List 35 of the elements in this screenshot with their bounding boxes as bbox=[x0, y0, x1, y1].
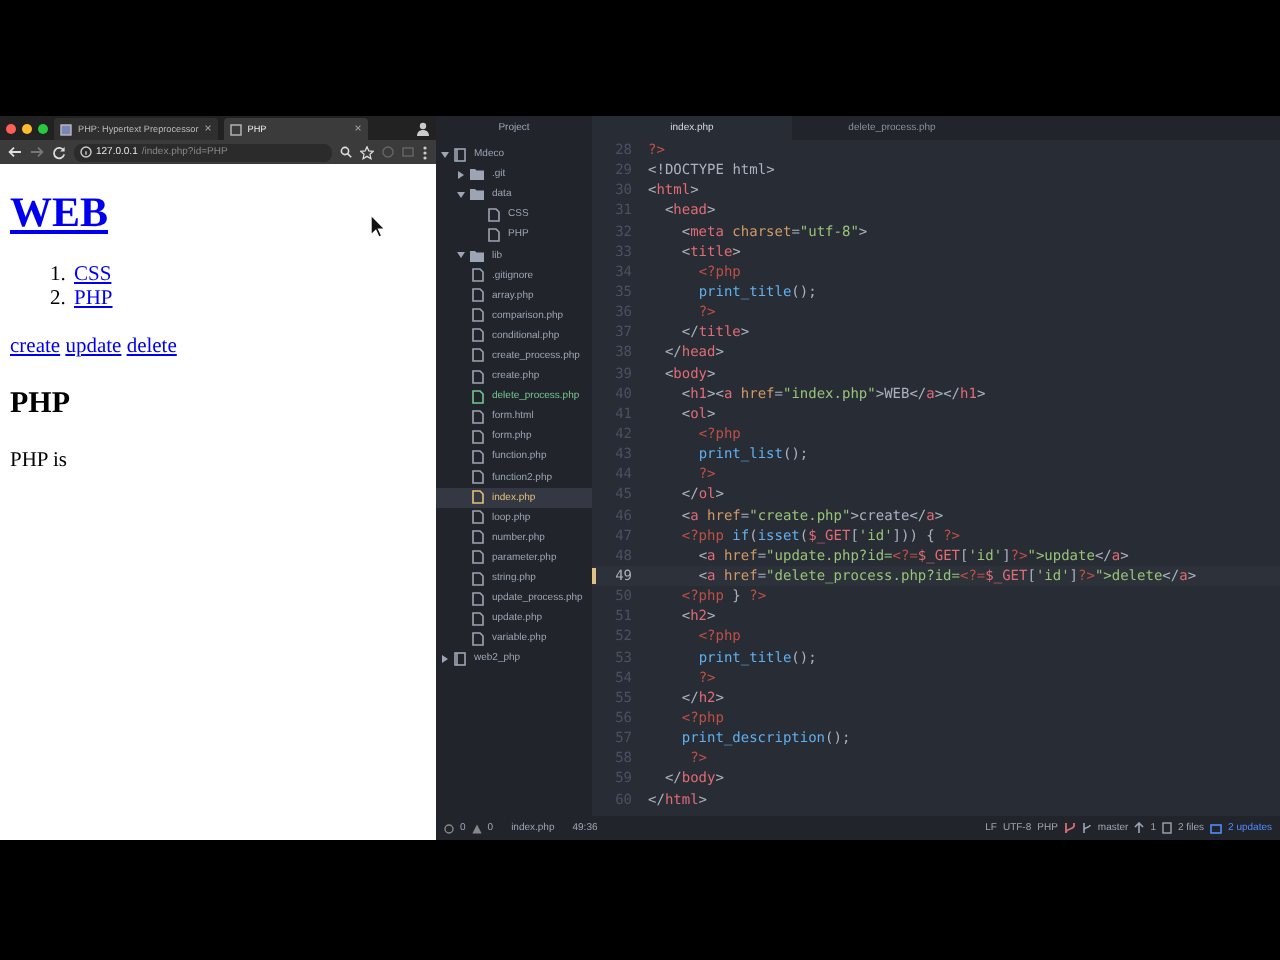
search-icon[interactable] bbox=[340, 146, 352, 158]
caret-icon bbox=[440, 653, 450, 664]
pointer-icon bbox=[370, 214, 386, 238]
book-icon bbox=[454, 147, 466, 162]
maximize-button[interactable] bbox=[38, 123, 48, 133]
page-icon bbox=[229, 123, 242, 135]
menu-icon[interactable] bbox=[422, 145, 428, 159]
heading-link[interactable]: WEB bbox=[10, 188, 109, 236]
fork-icon[interactable] bbox=[1063, 822, 1076, 834]
list-link[interactable]: CSS bbox=[74, 264, 112, 286]
list-link[interactable]: PHP bbox=[74, 288, 113, 310]
page-description: PHP is bbox=[10, 450, 70, 472]
star-icon[interactable] bbox=[360, 145, 374, 159]
caret-icon bbox=[456, 250, 466, 261]
info-icon bbox=[80, 146, 92, 158]
forward-icon[interactable] bbox=[30, 146, 44, 158]
document-icon bbox=[1161, 822, 1172, 834]
error-icon[interactable] bbox=[444, 823, 454, 833]
close-button[interactable] bbox=[6, 123, 16, 133]
minimize-button[interactable] bbox=[22, 123, 32, 133]
back-icon[interactable] bbox=[8, 146, 22, 158]
list-number: 1. bbox=[50, 264, 68, 288]
reload-icon[interactable] bbox=[52, 145, 66, 159]
list-number: 2. bbox=[50, 288, 68, 312]
action-link[interactable]: create bbox=[10, 336, 61, 358]
page-subheading: PHP bbox=[10, 386, 72, 422]
action-link[interactable]: delete bbox=[126, 336, 177, 358]
warning-icon[interactable] bbox=[471, 823, 482, 833]
arrow-up-icon bbox=[1134, 822, 1145, 834]
action-link[interactable]: update bbox=[65, 336, 122, 358]
folder-icon bbox=[470, 249, 484, 262]
person-icon[interactable] bbox=[416, 121, 430, 135]
branch-icon bbox=[1081, 822, 1092, 834]
page-icon bbox=[60, 123, 72, 135]
book-icon bbox=[454, 651, 466, 666]
